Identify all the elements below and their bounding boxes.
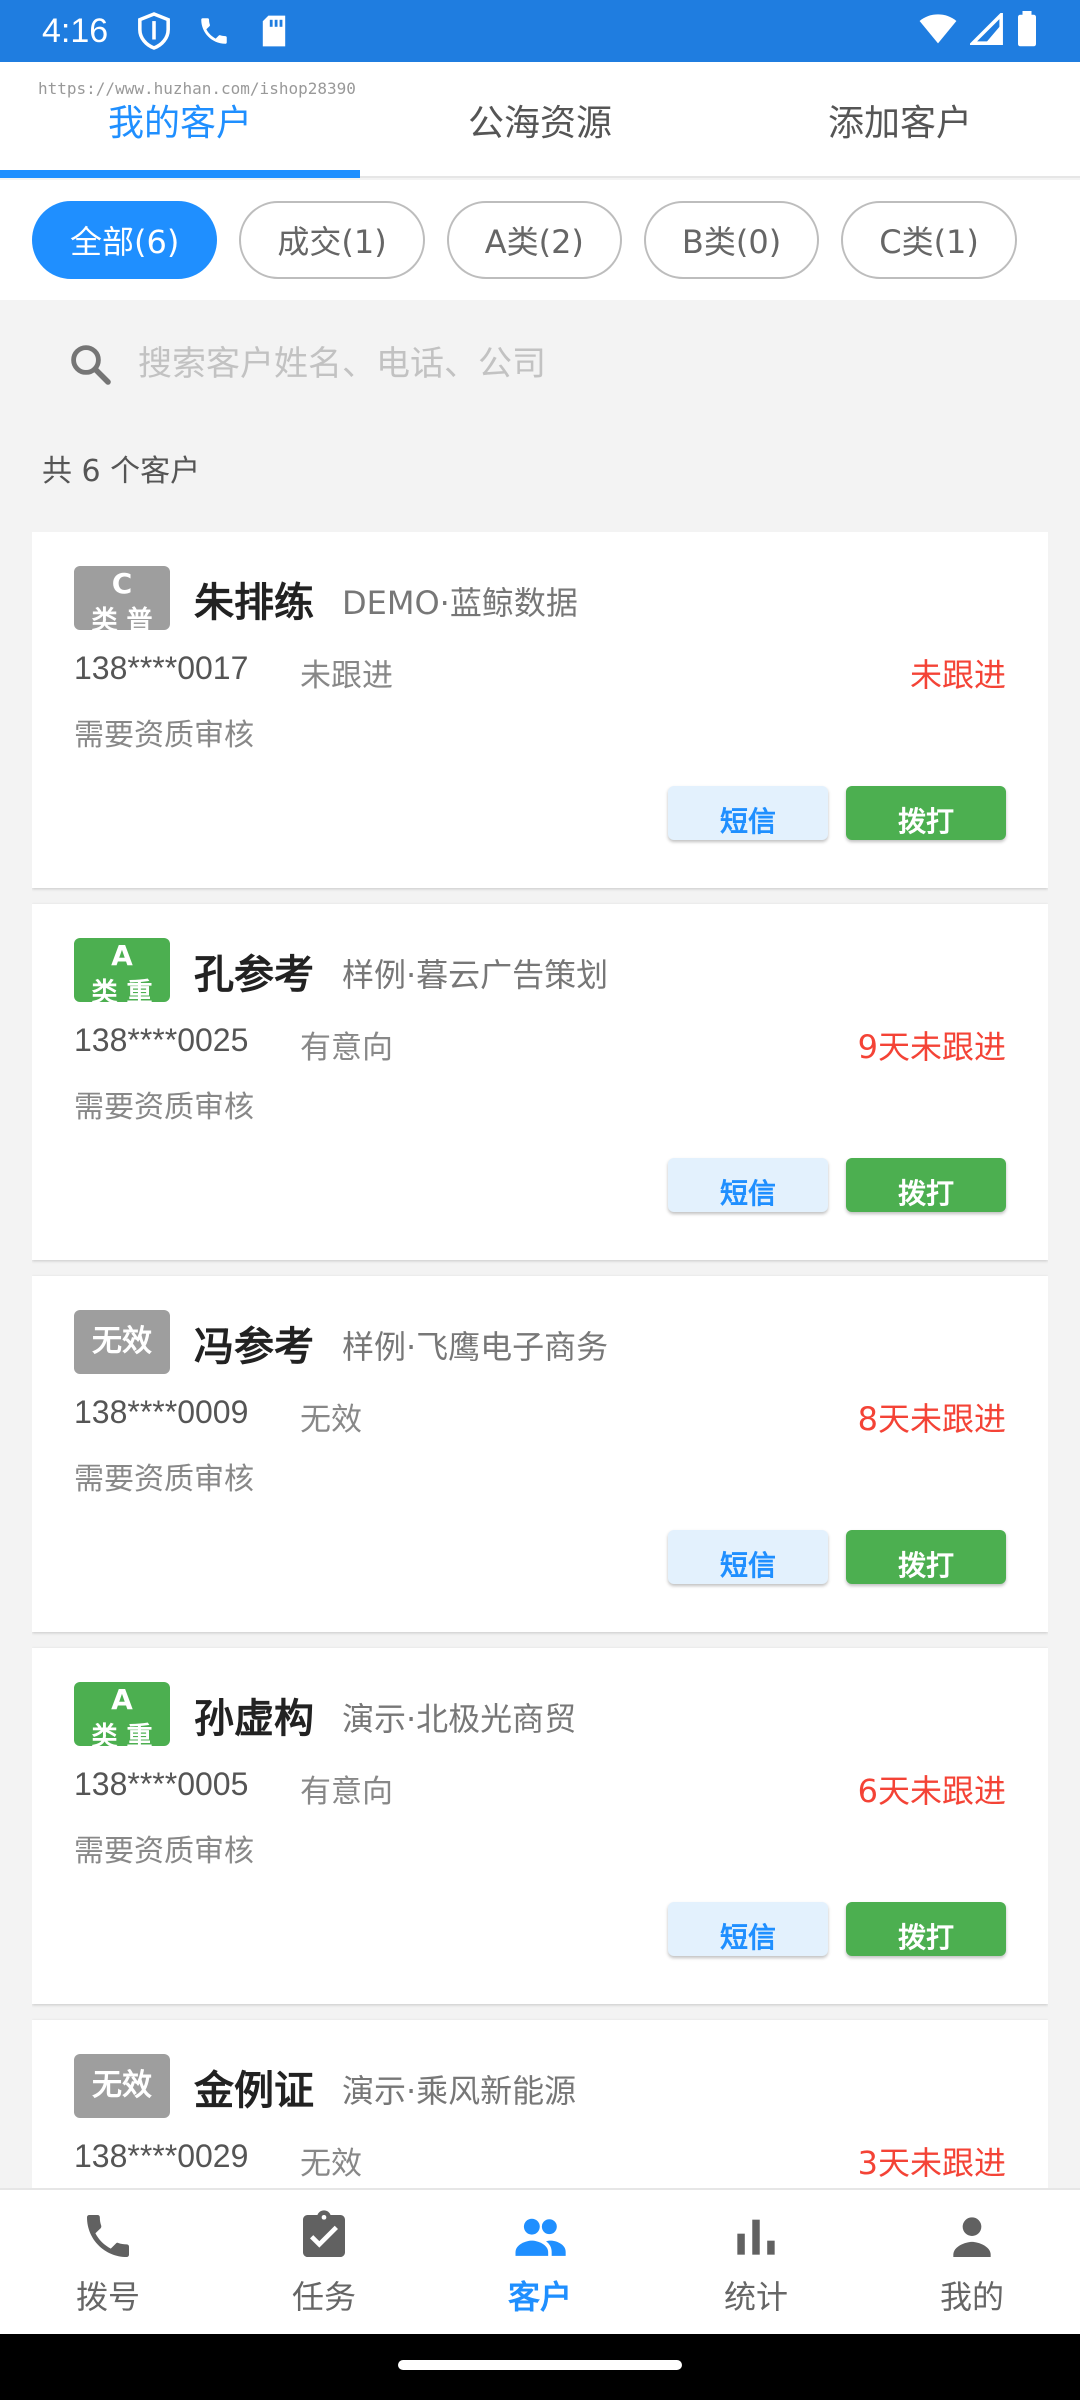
customer-phone: 138****0025	[74, 1022, 249, 1058]
nav-label: 统计	[723, 2278, 788, 2316]
filter-class-c[interactable]: C类(1)	[841, 201, 1017, 279]
customer-phone: 138****0017	[74, 650, 249, 686]
followup-status: 9天未跟进	[857, 1028, 1006, 1066]
customer-list: C类 普 朱排练 DEMO·蓝鲸数据 138****0017 未跟进 未跟进 需…	[32, 532, 1048, 2188]
battery-icon	[1016, 11, 1038, 51]
sms-button[interactable]: 短信	[668, 1530, 828, 1584]
customer-card[interactable]: 无效 金例证 演示·乘风新能源 138****0029 无效 3天未跟进	[32, 2020, 1048, 2188]
filter-chips: 全部(6) 成交(1) A类(2) B类(0) C类(1)	[0, 180, 1080, 300]
filter-class-a[interactable]: A类(2)	[446, 201, 622, 279]
nav-tasks[interactable]: 任务	[216, 2190, 432, 2336]
customer-status: 有意向	[300, 1030, 393, 1066]
customer-status: 无效	[300, 1402, 362, 1438]
followup-status: 3天未跟进	[857, 2144, 1006, 2182]
customer-name: 孔参考	[194, 952, 314, 998]
invalid-badge: 无效	[74, 1310, 170, 1374]
customer-card[interactable]: A类 重 孙虚构 演示·北极光商贸 138****0005 有意向 6天未跟进 …	[32, 1648, 1048, 2004]
customer-company: 演示·北极光商贸	[342, 1700, 577, 1738]
followup-status: 8天未跟进	[857, 1400, 1006, 1438]
nav-me[interactable]: 我的	[864, 2190, 1080, 2336]
filter-all[interactable]: 全部(6)	[32, 201, 218, 279]
customer-company: DEMO·蓝鲸数据	[342, 584, 578, 622]
nav-label: 我的	[939, 2278, 1004, 2316]
sms-button[interactable]: 短信	[668, 786, 828, 840]
customer-status: 未跟进	[300, 658, 393, 694]
customer-status: 有意向	[300, 1774, 393, 1810]
bar-chart-icon	[737, 2219, 775, 2255]
customer-company: 样例·暮云广告策划	[342, 956, 609, 994]
search-bar	[32, 300, 1048, 428]
nav-label: 任务	[291, 2278, 356, 2316]
filter-class-b[interactable]: B类(0)	[643, 201, 820, 279]
followup-status: 6天未跟进	[857, 1772, 1006, 1810]
invalid-badge: 无效	[74, 2054, 170, 2118]
customer-company: 演示·乘风新能源	[342, 2072, 577, 2110]
customer-phone: 138****0005	[74, 1766, 249, 1802]
customer-note: 需要资质审核	[74, 1462, 254, 1497]
watermark: https://www.huzhan.com/ishop28390	[38, 79, 356, 98]
system-nav-bar	[0, 2334, 1080, 2400]
nav-dial[interactable]: 拨号	[0, 2190, 216, 2336]
customer-note: 需要资质审核	[74, 1834, 254, 1869]
customer-note: 需要资质审核	[74, 718, 254, 753]
call-button[interactable]: 拨打	[846, 1530, 1006, 1584]
nav-label: 拨号	[75, 2278, 140, 2316]
search-icon	[66, 340, 114, 388]
status-bar: 4:16	[0, 0, 1080, 62]
class-badge: C类 普	[74, 566, 170, 630]
customer-card[interactable]: C类 普 朱排练 DEMO·蓝鲸数据 138****0017 未跟进 未跟进 需…	[32, 532, 1048, 888]
sms-button[interactable]: 短信	[668, 1158, 828, 1212]
customer-name: 金例证	[194, 2068, 314, 2114]
home-gesture-pill[interactable]	[398, 2360, 682, 2370]
phone-icon	[87, 2215, 129, 2257]
bottom-nav: 拨号 任务 客户 统计 我的	[0, 2188, 1080, 2334]
customer-company: 样例·飞鹰电子商务	[342, 1328, 609, 1366]
people-icon	[515, 2218, 566, 2256]
customer-card[interactable]: 无效 冯参考 样例·飞鹰电子商务 138****0009 无效 8天未跟进 需要…	[32, 1276, 1048, 1632]
followup-status: 未跟进	[909, 656, 1006, 694]
filter-deal[interactable]: 成交(1)	[239, 201, 425, 279]
customer-name: 朱排练	[194, 580, 314, 626]
person-icon	[953, 2217, 991, 2257]
search-input[interactable]	[138, 344, 938, 384]
class-badge: A类 重	[74, 1682, 170, 1746]
customer-name: 冯参考	[194, 1324, 314, 1370]
call-status-icon	[194, 11, 234, 51]
nav-label: 客户	[507, 2278, 572, 2316]
clipboard-check-icon	[303, 2210, 345, 2257]
sms-button[interactable]: 短信	[668, 1902, 828, 1956]
customer-card[interactable]: A类 重 孔参考 样例·暮云广告策划 138****0025 有意向 9天未跟进…	[32, 904, 1048, 1260]
customer-note: 需要资质审核	[74, 1090, 254, 1125]
customer-name: 孙虚构	[194, 1696, 314, 1742]
sd-card-icon	[254, 11, 294, 51]
wifi-icon	[918, 13, 958, 49]
tab-add-customer[interactable]: 添加客户	[720, 62, 1080, 178]
shield-icon	[134, 11, 174, 51]
tab-public-pool[interactable]: 公海资源	[360, 62, 720, 178]
tab-indicator	[0, 170, 360, 178]
nav-stats[interactable]: 统计	[648, 2190, 864, 2336]
signal-icon	[968, 10, 1004, 49]
customer-phone: 138****0009	[74, 1394, 249, 1430]
call-button[interactable]: 拨打	[846, 1158, 1006, 1212]
call-button[interactable]: 拨打	[846, 1902, 1006, 1956]
status-time: 4:16	[42, 11, 109, 50]
customer-count: 共 6 个客户	[42, 454, 201, 489]
nav-customers[interactable]: 客户	[432, 2190, 648, 2336]
customer-status: 无效	[300, 2146, 362, 2182]
class-badge: A类 重	[74, 938, 170, 1002]
call-button[interactable]: 拨打	[846, 786, 1006, 840]
customer-phone: 138****0029	[74, 2138, 249, 2174]
